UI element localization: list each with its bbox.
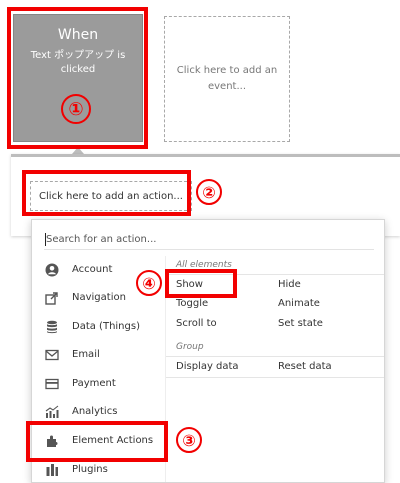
database-icon: [47, 320, 57, 334]
category-label: Plugins: [72, 464, 108, 475]
group-title-group: Group: [176, 342, 204, 352]
category-label: Payment: [72, 378, 116, 389]
annotation-badge-4: ④: [136, 270, 162, 296]
category-item-plugins[interactable]: Plugins: [32, 456, 165, 482]
action-item-scroll-to[interactable]: Scroll to: [176, 318, 217, 329]
action-item-set-state[interactable]: Set state: [278, 318, 323, 329]
category-item-payment[interactable]: Payment: [32, 370, 165, 398]
category-item-email[interactable]: Email: [32, 341, 165, 369]
add-event-button[interactable]: Click here to add an event...: [164, 16, 290, 142]
category-label: Email: [72, 349, 100, 360]
action-item-animate[interactable]: Animate: [278, 298, 320, 309]
action-menu: Account Navigation Data (Things) Email: [31, 219, 385, 483]
group-divider: [166, 377, 384, 378]
category-label: Account: [72, 264, 113, 275]
category-item-data[interactable]: Data (Things): [32, 313, 165, 341]
add-event-label: Click here to add an event...: [176, 65, 278, 92]
annotation-badge-2: ②: [196, 179, 222, 205]
action-item-hide[interactable]: Hide: [278, 279, 301, 290]
category-item-element-actions[interactable]: Element Actions: [32, 427, 165, 455]
category-label: Analytics: [72, 406, 118, 417]
category-item-analytics[interactable]: Analytics: [32, 398, 165, 426]
action-item-display-data[interactable]: Display data: [176, 361, 239, 372]
element-actions-icon: [47, 435, 58, 447]
payment-icon: [45, 378, 59, 390]
email-icon: [45, 349, 59, 361]
event-title: When: [57, 27, 99, 43]
add-action-button[interactable]: Click here to add an action...: [30, 181, 192, 211]
action-search-input[interactable]: [44, 230, 374, 250]
plugins-icon: [46, 464, 58, 476]
add-action-label: Click here to add an action...: [39, 190, 183, 202]
category-label: Element Actions: [72, 435, 154, 446]
account-icon: [45, 263, 59, 277]
action-item-toggle[interactable]: Toggle: [176, 298, 208, 309]
event-description: Text ポップアップ is clicked: [30, 50, 126, 75]
annotation-badge-3: ③: [176, 427, 202, 453]
category-label: Navigation: [72, 292, 126, 303]
navigation-icon: [45, 292, 58, 305]
group-divider: [166, 356, 384, 357]
action-item-reset-data[interactable]: Reset data: [278, 361, 332, 372]
group-divider: [166, 274, 384, 275]
analytics-icon: [45, 405, 59, 418]
text-cursor: [45, 233, 46, 246]
action-item-show[interactable]: Show: [176, 279, 203, 290]
category-label: Data (Things): [72, 321, 140, 332]
annotation-badge-1: ①: [61, 94, 91, 124]
event-pointer-caret: [72, 147, 84, 154]
group-title-all-elements: All elements: [176, 260, 232, 270]
